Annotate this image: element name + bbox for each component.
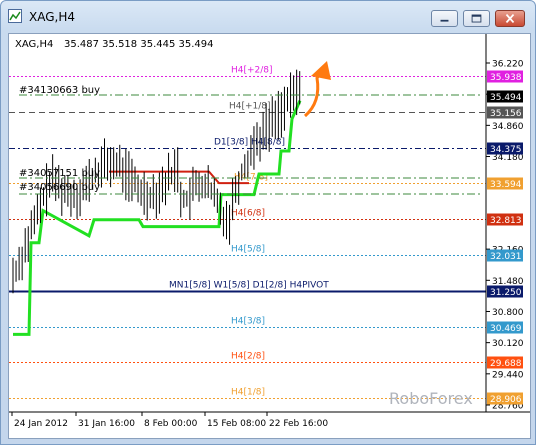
current-price-label: 35.494 (490, 93, 522, 103)
level-label: H4[+2/8] (231, 66, 273, 76)
close-icon (505, 13, 515, 24)
time-tick-label: 31 Jan 16:00 (78, 419, 135, 429)
chart-area[interactable]: H4[+2/8] H4[+1/8] D1[3/8] H4[8/8] H4[7/8] H4… (8, 33, 531, 439)
time-tick-label: 8 Feb 00:00 (144, 419, 198, 429)
level-label: H4[1/8] (231, 388, 265, 398)
price-tag-label: 31.250 (490, 288, 522, 298)
chart-ohlc: 35.487 35.518 35.445 35.494 (64, 39, 214, 50)
price-tags: 35.938 35.156 34.375 33.594 32.813 32.031 31.2… (487, 70, 523, 405)
price-tag-label: 29.688 (490, 359, 522, 369)
time-tick-label: 15 Feb 08:00 (207, 419, 266, 429)
price-tag-label: 28.906 (490, 395, 522, 405)
price-tick-label: 34.860 (492, 122, 524, 132)
chart-app-icon (8, 9, 22, 23)
price-tag-label: 35.156 (490, 109, 522, 119)
minimize-icon (440, 19, 449, 22)
chart-symbol: XAG,H4 (15, 39, 53, 50)
close-button[interactable] (495, 10, 525, 27)
order-label: #34130663 buy (19, 85, 100, 96)
maximize-button[interactable] (463, 10, 490, 27)
time-axis: 24 Jan 2012 31 Jan 16:00 8 Feb 00:00 15 Feb… (11, 412, 328, 429)
price-tick-label: 31.480 (492, 277, 524, 287)
price-tag-label: 32.813 (490, 216, 522, 226)
price-tag-label: 30.469 (490, 324, 522, 334)
trailing-line-red (109, 170, 249, 185)
price-tag-label: 33.594 (490, 180, 522, 190)
level-label: D1[3/8] H4[8/8] (214, 138, 285, 148)
price-tick-label: 29.440 (492, 370, 524, 380)
watermark-logo: RoboForex (389, 389, 473, 408)
level-label: MN1[5/8] W1[5/8] D1[2/8] H4PIVOT (169, 281, 329, 291)
price-tag-label: 34.375 (490, 145, 522, 155)
window-title: XAG,H4 (29, 10, 75, 24)
title-bar[interactable]: XAG,H4 (1, 1, 535, 31)
price-tick-label: 30.800 (492, 308, 524, 318)
price-tick-label: 30.120 (492, 339, 524, 349)
order-label: #34056690 buy (19, 182, 100, 193)
level-label: H4[2/8] (231, 352, 265, 362)
level-label: H4[3/8] (231, 317, 265, 327)
minimize-button[interactable] (431, 10, 458, 27)
level-label: H4[+1/8] (229, 102, 271, 112)
maximize-icon (471, 14, 482, 23)
level-label: H4[6/8] (231, 209, 265, 219)
price-tag-label: 35.938 (490, 73, 522, 83)
order-label: #34057151 buy (19, 168, 100, 179)
time-tick-label: 24 Jan 2012 (14, 419, 68, 429)
time-tick-label: 22 Feb 16:00 (269, 419, 328, 429)
price-chart[interactable]: H4[+2/8]H4[+1/8]D1[3/8] H4[8/8]H4[7/8]H4… (9, 34, 530, 438)
forecast-arrowhead-icon (311, 61, 331, 80)
price-tag-label: 32.031 (490, 252, 522, 262)
level-label: H4[5/8] (231, 245, 265, 255)
price-tick-label: 36.220 (492, 60, 524, 70)
chart-window: XAG,H4 H4[+2/8] H4[+1/8] D1[3/8] H4[8/8] H4… (0, 0, 536, 445)
